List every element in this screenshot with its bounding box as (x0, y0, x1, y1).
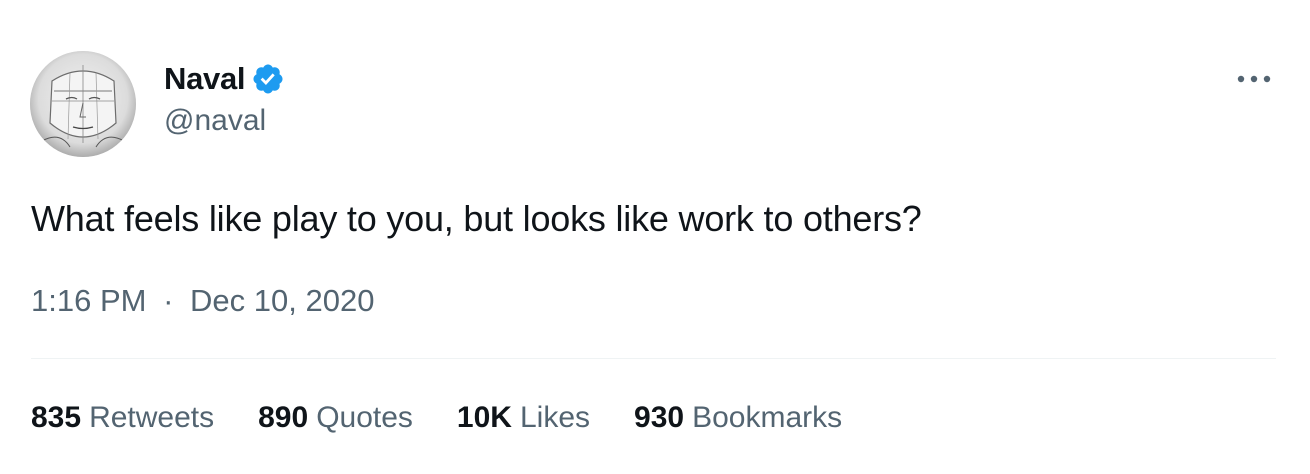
stat-quotes[interactable]: 890 Quotes (258, 397, 413, 439)
divider (31, 358, 1276, 359)
tweet-text: What feels like play to you, but looks l… (31, 198, 922, 239)
more-options-button[interactable] (1232, 64, 1276, 94)
tweet-meta: 1:16 PM · Dec 10, 2020 (31, 280, 374, 322)
tweet-date[interactable]: Dec 10, 2020 (190, 283, 374, 318)
avatar[interactable] (30, 51, 136, 157)
stat-quotes-count: 890 (258, 401, 309, 434)
handle[interactable]: @naval (164, 104, 285, 138)
stat-retweets[interactable]: 835 Retweets (31, 397, 214, 439)
author-block: Naval @naval (164, 58, 285, 138)
stat-bookmarks[interactable]: 930 Bookmarks (634, 397, 842, 439)
stat-bookmarks-label: Bookmarks (692, 401, 843, 434)
sketched-face-avatar-icon (30, 51, 136, 157)
stat-likes-count: 10K (456, 401, 512, 434)
stat-likes-label: Likes (519, 401, 591, 434)
stat-likes[interactable]: 10K Likes (457, 397, 590, 439)
engagement-stats: 835 Retweets 890 Quotes 10K Likes 930 Bookma… (31, 397, 886, 439)
stat-retweets-label: Retweets (89, 401, 215, 434)
ellipsis-icon (1237, 75, 1271, 83)
meta-separator: · (163, 283, 174, 318)
name-row: Naval (164, 58, 285, 100)
tweet-time[interactable]: 1:16 PM (31, 283, 146, 318)
stat-retweets-count: 835 (31, 401, 82, 434)
display-name[interactable]: Naval (164, 61, 246, 97)
stat-quotes-label: Quotes (316, 401, 413, 434)
tweet-card: Naval @naval What feels like play to you… (0, 0, 1310, 474)
stat-bookmarks-count: 930 (634, 401, 685, 434)
verified-badge-icon[interactable] (251, 62, 285, 96)
